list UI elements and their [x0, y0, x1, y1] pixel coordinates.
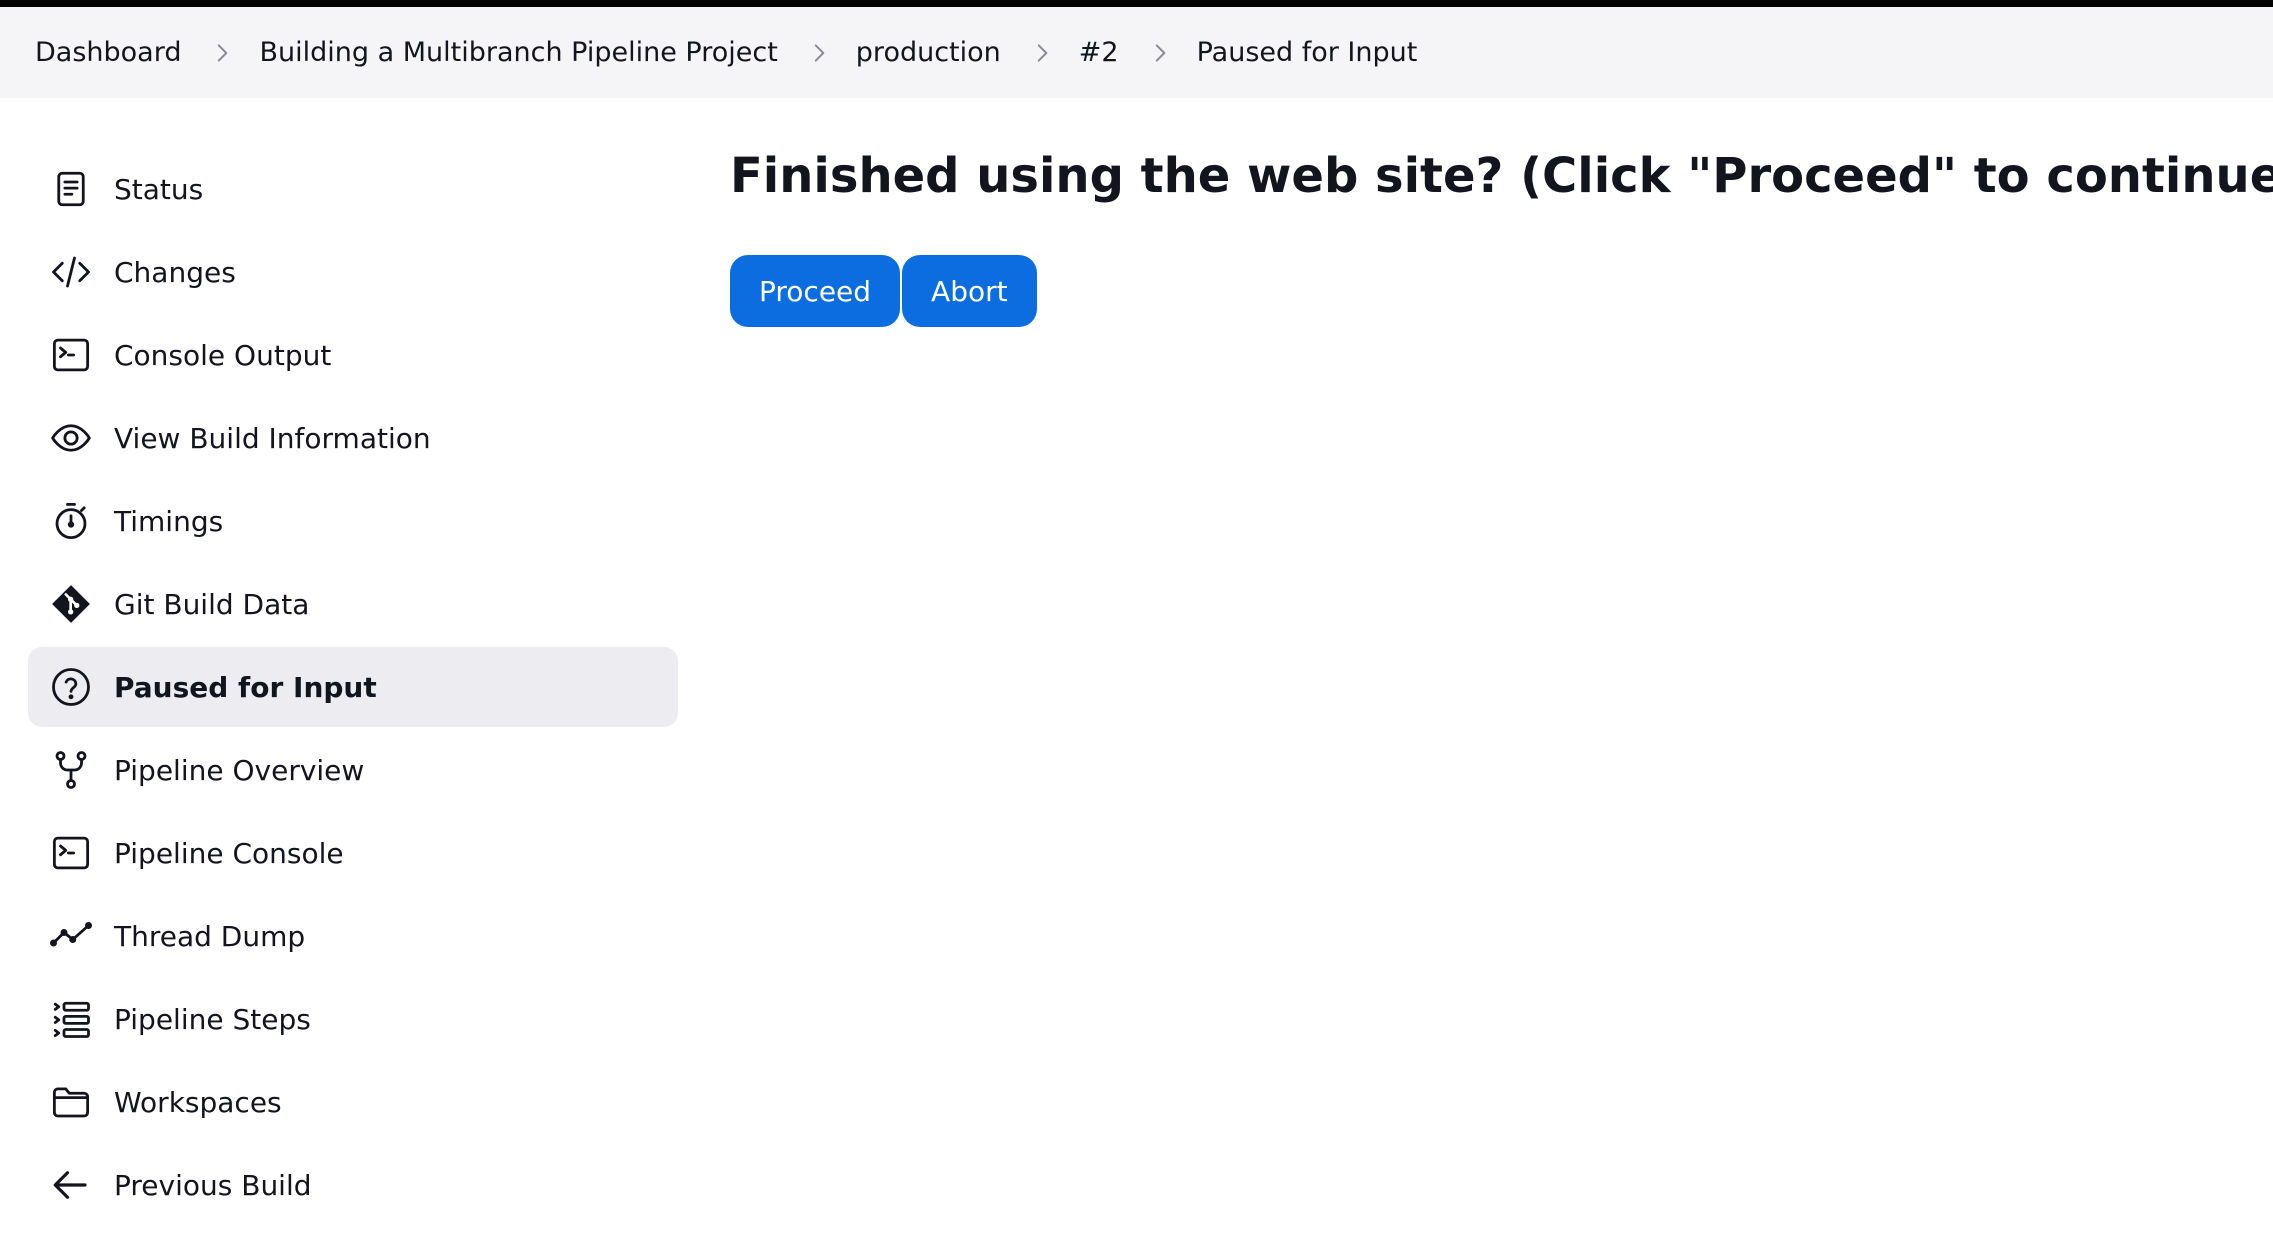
- stopwatch-icon: [48, 498, 94, 544]
- sidebar-item-label: Pipeline Console: [114, 836, 344, 870]
- sidebar-item-label: Changes: [114, 255, 236, 289]
- abort-button[interactable]: Abort: [902, 255, 1037, 327]
- sidebar-item-label: Previous Build: [114, 1168, 312, 1202]
- sidebar-item-changes[interactable]: Changes: [28, 232, 678, 312]
- question-icon: [48, 664, 94, 710]
- sidebar-item-pipeline-steps[interactable]: Pipeline Steps: [28, 979, 678, 1059]
- top-accent-bar: [0, 0, 2273, 7]
- eye-icon: [48, 415, 94, 461]
- terminal-icon: [48, 830, 94, 876]
- breadcrumb-branch[interactable]: production: [856, 37, 1001, 68]
- chevron-right-icon: [205, 36, 239, 70]
- sidebar-item-timings[interactable]: Timings: [28, 481, 678, 561]
- sidebar-item-label: Git Build Data: [114, 587, 310, 621]
- branch-icon: [48, 747, 94, 793]
- sidebar-item-label: Status: [114, 172, 204, 206]
- sidebar-item-label: Pipeline Overview: [114, 753, 365, 787]
- chevron-right-icon: [1025, 36, 1059, 70]
- breadcrumb: Dashboard Building a Multibranch Pipelin…: [0, 7, 2273, 98]
- chevron-right-icon: [1143, 36, 1177, 70]
- git-icon: [48, 581, 94, 627]
- terminal-icon: [48, 332, 94, 378]
- breadcrumb-current-page[interactable]: Paused for Input: [1197, 37, 1418, 68]
- proceed-button[interactable]: Proceed: [730, 255, 901, 327]
- breadcrumb-project[interactable]: Building a Multibranch Pipeline Project: [259, 37, 777, 68]
- sidebar-item-label: Pipeline Steps: [114, 1002, 311, 1036]
- sidebar-item-pipeline-overview[interactable]: Pipeline Overview: [28, 730, 678, 810]
- sidebar-item-label: Timings: [114, 504, 224, 538]
- trend-icon: [48, 913, 94, 959]
- sidebar-item-previous-build[interactable]: Previous Build: [28, 1145, 678, 1225]
- sidebar-item-console-output[interactable]: Console Output: [28, 315, 678, 395]
- sidebar-item-paused-for-input[interactable]: Paused for Input: [28, 647, 678, 727]
- chevron-right-icon: [802, 36, 836, 70]
- input-actions: Proceed Abort: [730, 255, 2273, 327]
- page-title: Finished using the web site? (Click "Pro…: [730, 148, 2273, 204]
- folder-icon: [48, 1079, 94, 1125]
- main-content: Finished using the web site? (Click "Pro…: [730, 148, 2273, 327]
- document-icon: [48, 166, 94, 212]
- list-icon: [48, 996, 94, 1042]
- sidebar-item-label: Thread Dump: [114, 919, 306, 953]
- sidebar-item-pipeline-console[interactable]: Pipeline Console: [28, 813, 678, 893]
- sidebar-item-label: Console Output: [114, 338, 332, 372]
- sidebar-item-label: Workspaces: [114, 1085, 282, 1119]
- sidebar-item-view-build-information[interactable]: View Build Information: [28, 398, 678, 478]
- arrow-left-icon: [48, 1162, 94, 1208]
- sidebar-item-git-build-data[interactable]: Git Build Data: [28, 564, 678, 644]
- breadcrumb-build[interactable]: #2: [1079, 37, 1119, 68]
- breadcrumb-dashboard[interactable]: Dashboard: [35, 37, 181, 68]
- sidebar-item-workspaces[interactable]: Workspaces: [28, 1062, 678, 1142]
- sidebar-item-status[interactable]: Status: [28, 149, 678, 229]
- sidebar-item-thread-dump[interactable]: Thread Dump: [28, 896, 678, 976]
- sidebar: Status Changes Console Output View Build…: [28, 149, 678, 1228]
- sidebar-item-label: View Build Information: [114, 421, 431, 455]
- code-icon: [48, 249, 94, 295]
- sidebar-item-label: Paused for Input: [114, 670, 377, 704]
